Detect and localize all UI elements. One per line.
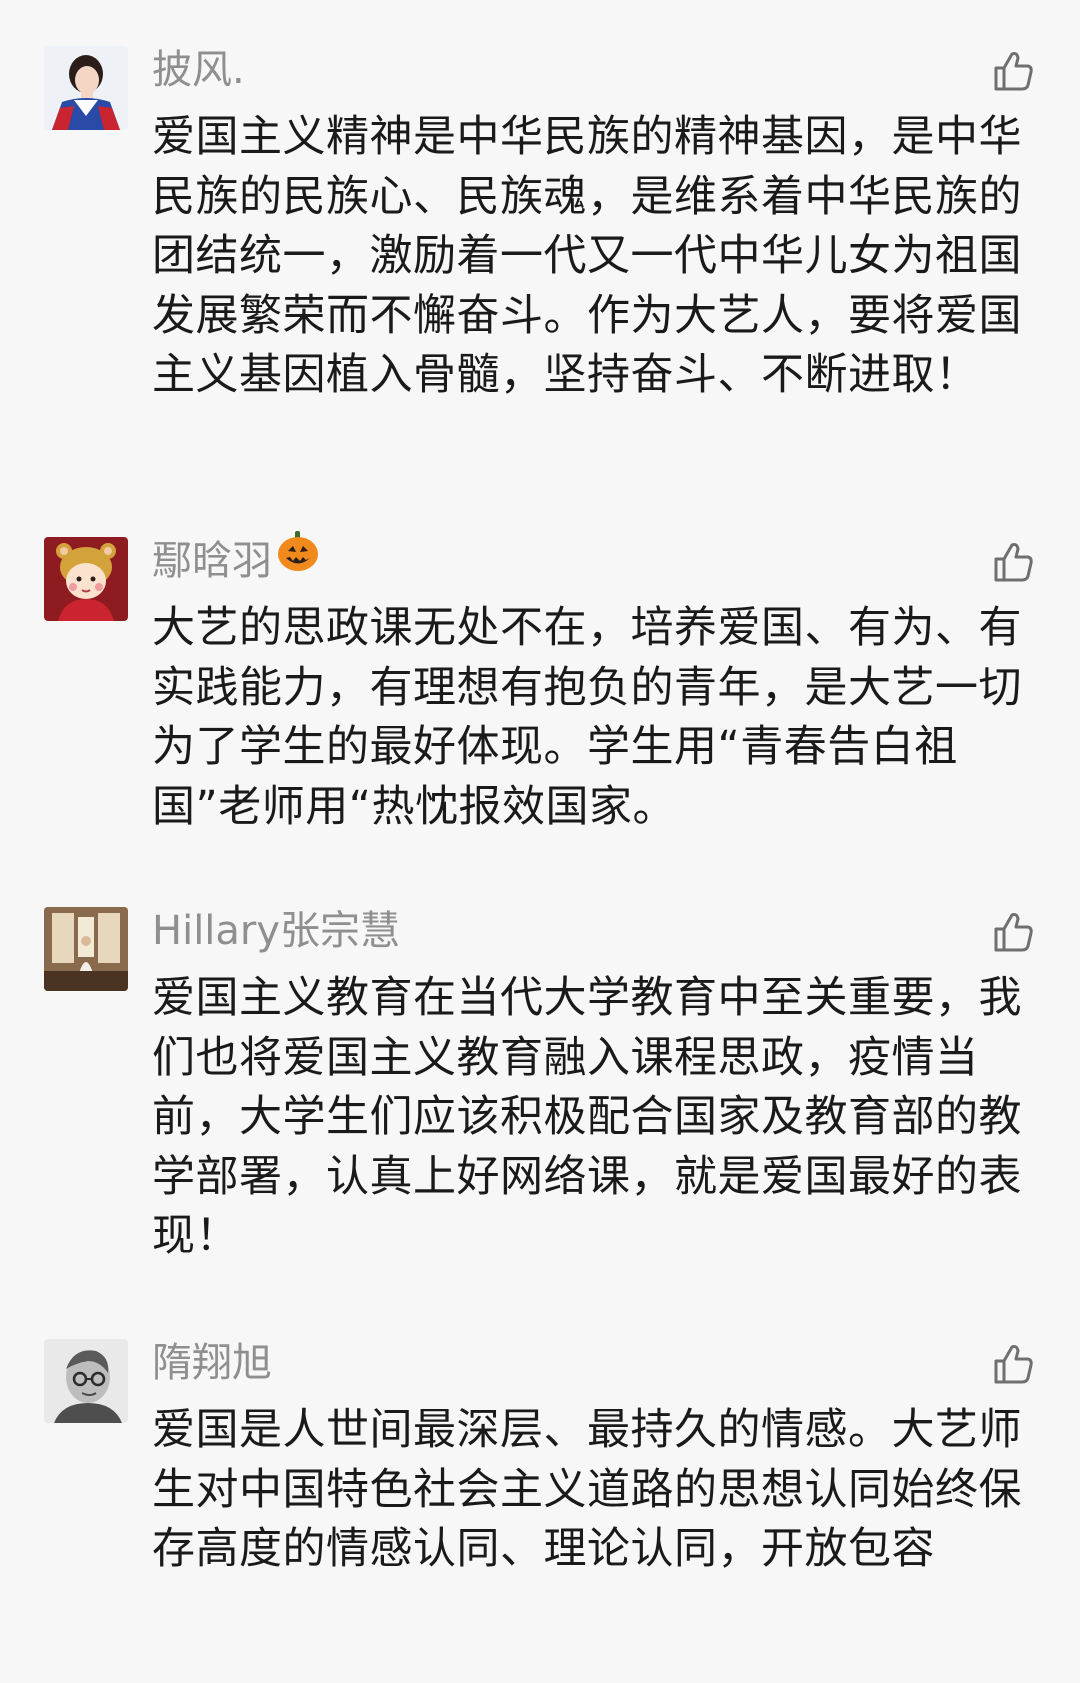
jack-o-lantern-icon: [276, 529, 320, 590]
thumbs-up-icon[interactable]: [990, 539, 1036, 585]
comment-text: 爱国主义精神是中华民族的精神基因，是中华民族的民族心、民族魂，是维系着中华民族的…: [152, 112, 1022, 400]
thumbs-up-icon[interactable]: [990, 48, 1036, 94]
username[interactable]: Hillary张宗慧: [152, 901, 400, 961]
avatar[interactable]: [44, 1339, 128, 1423]
comment-text: 爱国是人世间最深层、最持久的情感。大艺师生对中国特色社会主义道路的思想认同始终保…: [152, 1405, 1022, 1574]
comment-text: 爱国主义教育在当代大学教育中至关重要，我们也将爱国主义教育融入课程思政，疫情当前…: [152, 973, 1022, 1261]
username[interactable]: 鄢晗羽: [152, 529, 320, 591]
avatar[interactable]: [44, 907, 128, 991]
avatar[interactable]: [44, 537, 128, 621]
username[interactable]: 披风.: [152, 40, 245, 100]
username-text: 鄢晗羽: [152, 538, 272, 584]
avatar[interactable]: [44, 46, 128, 130]
comment-text: 大艺的思政课无处不在，培养爱国、有为、有实践能力，有理想有抱负的青年，是大艺一切…: [152, 603, 1022, 832]
thumbs-up-icon[interactable]: [990, 1341, 1036, 1387]
username[interactable]: 隋翔旭: [152, 1333, 272, 1393]
thumbs-up-icon[interactable]: [990, 909, 1036, 955]
